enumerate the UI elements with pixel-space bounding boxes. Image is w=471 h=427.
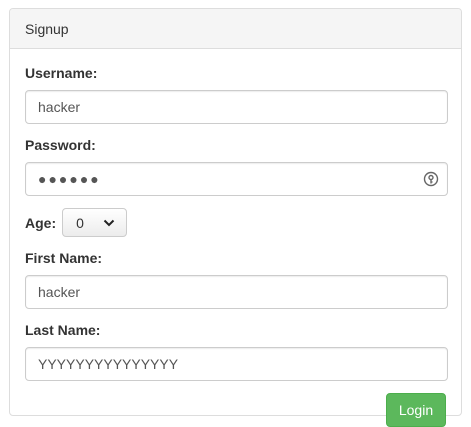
signup-form: Username: Password: Age: 0: [10, 49, 461, 427]
username-label: Username:: [25, 65, 98, 81]
login-button[interactable]: Login: [386, 393, 446, 427]
first-name-group: First Name:: [25, 249, 448, 309]
first-name-input[interactable]: [25, 275, 448, 309]
last-name-input[interactable]: [25, 347, 448, 381]
age-select[interactable]: 0: [62, 208, 128, 237]
signup-panel: Signup Username: Password: Age: 0: [9, 8, 462, 427]
age-selected-value: 0: [76, 214, 84, 231]
password-label: Password:: [25, 137, 96, 153]
age-group: Age: 0: [25, 208, 446, 237]
panel-title: Signup: [25, 21, 69, 37]
key-icon[interactable]: [423, 171, 439, 187]
first-name-label: First Name:: [25, 250, 103, 266]
button-row: Login: [25, 393, 446, 427]
chevron-down-icon: [103, 219, 115, 227]
password-input[interactable]: [25, 162, 448, 196]
password-group: Password:: [25, 136, 448, 196]
last-name-label: Last Name:: [25, 322, 101, 338]
age-label: Age:: [25, 214, 57, 231]
username-input[interactable]: [25, 90, 448, 124]
username-group: Username:: [25, 64, 448, 124]
panel-heading: Signup: [10, 9, 461, 49]
last-name-group: Last Name:: [25, 321, 448, 381]
password-wrap: [25, 162, 448, 196]
